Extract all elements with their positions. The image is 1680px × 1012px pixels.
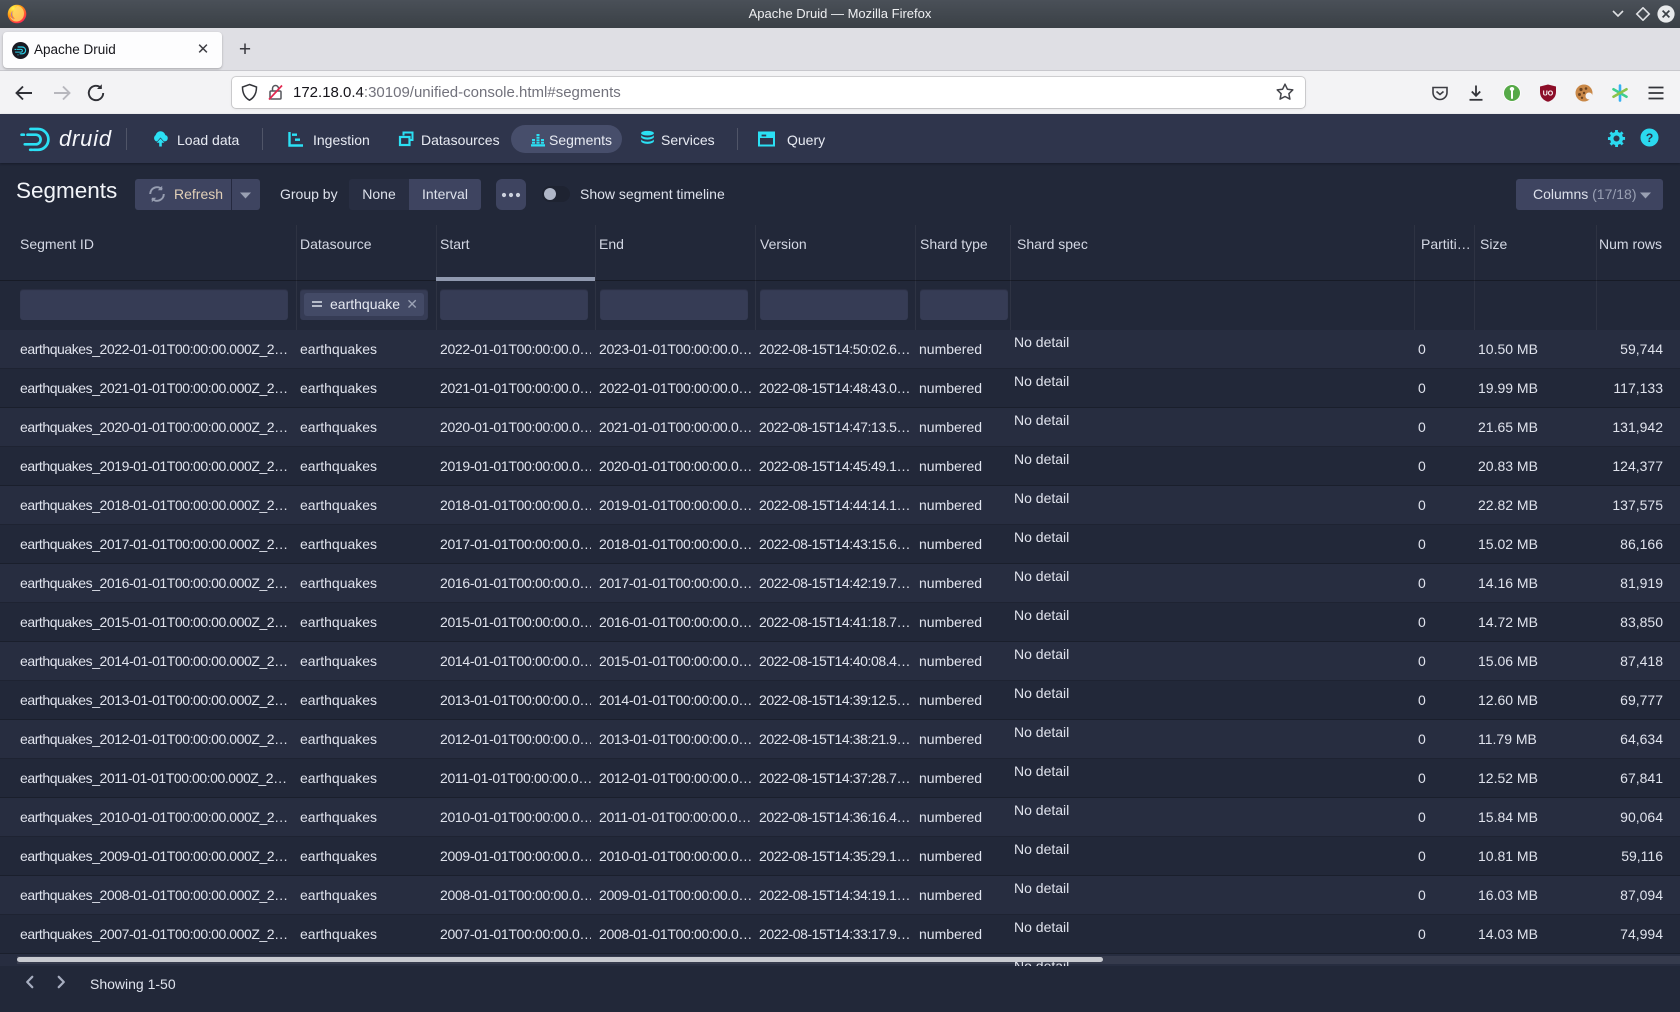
svg-text:?: ? — [1646, 131, 1654, 145]
svg-text:UO: UO — [1543, 91, 1554, 98]
